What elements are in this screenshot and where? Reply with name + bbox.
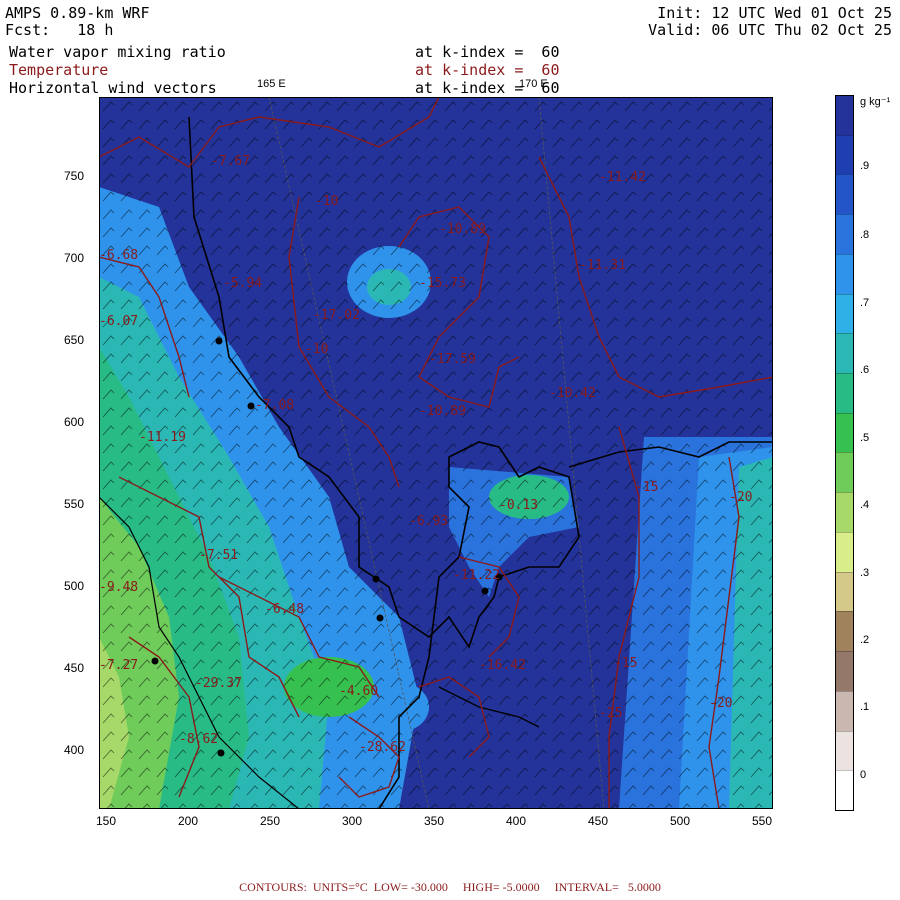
contour-label: -7.51 <box>199 548 238 563</box>
colorbar <box>835 95 854 811</box>
contour-label: -10 <box>315 194 338 209</box>
x-tick-550: 550 <box>752 814 773 828</box>
y-tick-700: 700 <box>64 251 85 265</box>
contour-label: -6.48 <box>265 602 304 617</box>
contour-label: -25 <box>599 706 622 721</box>
colorbar-swatch <box>836 531 853 572</box>
colorbar-swatch <box>836 96 853 135</box>
contour-label: -11.31 <box>579 258 626 273</box>
contour-label: -0.13 <box>499 498 538 513</box>
y-tick-450: 450 <box>64 661 85 675</box>
colorbar-label-0-9: .9 <box>860 160 870 172</box>
colorbar-label-0-3: .3 <box>860 567 870 579</box>
contour-label: -7.67 <box>211 154 250 169</box>
colorbar-swatch <box>836 690 853 731</box>
contour-label: -28.62 <box>359 740 406 755</box>
field-name-mixing-ratio: Water vapor mixing ratio <box>9 43 226 61</box>
contour-label: -6.93 <box>409 514 448 529</box>
colorbar-swatch <box>836 611 853 652</box>
contour-label: -11.19 <box>139 430 186 445</box>
field-name-temperature: Temperature <box>9 61 109 79</box>
contour-label: -11.22 <box>453 568 500 583</box>
y-tick-500: 500 <box>64 579 85 593</box>
contour-label: -15 <box>614 656 637 671</box>
colorbar-swatch <box>836 253 853 294</box>
colorbar-swatch <box>836 373 853 413</box>
colorbar-label-0-7: .7 <box>860 297 870 309</box>
field-level-mixing-ratio: at k-index = 60 <box>415 43 560 61</box>
contour-label: -4.60 <box>339 684 378 699</box>
colorbar-swatch <box>836 492 853 532</box>
y-tick-750: 750 <box>64 169 85 183</box>
contour-label: -10.89 <box>419 404 466 419</box>
model-title: AMPS 0.89-km WRF <box>5 4 150 22</box>
contour-label: -11.42 <box>599 170 646 185</box>
y-tick-400: 400 <box>64 743 85 757</box>
colorbar-label-0-8: .8 <box>860 229 870 241</box>
contour-label: -8.62 <box>179 732 218 747</box>
x-tick-250: 250 <box>260 814 281 828</box>
x-tick-450: 450 <box>588 814 609 828</box>
colorbar-label-0-1: .1 <box>860 701 870 713</box>
x-tick-350: 350 <box>424 814 445 828</box>
contour-label: -20 <box>709 696 732 711</box>
contour-label: -9.48 <box>99 580 138 595</box>
contour-label: -5.94 <box>223 276 262 291</box>
contour-label: -17.59 <box>429 352 476 367</box>
init-time: Init: 12 UTC Wed 01 Oct 25 <box>657 4 892 22</box>
colorbar-label-0-5: .5 <box>860 432 870 444</box>
contour-label: -29.37 <box>195 676 242 691</box>
valid-time: Valid: 06 UTC Thu 02 Oct 25 <box>648 21 892 39</box>
x-tick-500: 500 <box>670 814 691 828</box>
colorbar-swatch <box>836 651 853 691</box>
x-tick-150: 150 <box>96 814 117 828</box>
field-level-temperature: at k-index = 60 <box>415 61 560 79</box>
x-tick-200: 200 <box>178 814 199 828</box>
colorbar-swatch <box>836 770 853 810</box>
contour-label: -6.07 <box>99 314 138 329</box>
forecast-hour: Fcst: 18 h <box>5 21 114 39</box>
contour-label: -16.42 <box>479 658 526 673</box>
colorbar-swatch <box>836 452 853 493</box>
colorbar-label-0-4: .4 <box>860 499 870 511</box>
contour-label: -17.02 <box>313 308 360 323</box>
colorbar-swatch <box>836 730 853 771</box>
colorbar-unit: g kg⁻¹ <box>860 96 891 108</box>
colorbar-swatch <box>836 293 853 334</box>
contour-label: -15 <box>635 480 658 495</box>
longitude-label-165e: 165 E <box>257 78 286 90</box>
x-tick-300: 300 <box>342 814 363 828</box>
wind-vectors <box>99 97 773 809</box>
y-tick-650: 650 <box>64 333 85 347</box>
colorbar-swatch <box>836 412 853 453</box>
colorbar-label-0-2: .2 <box>860 634 870 646</box>
contour-label: -7.08 <box>255 398 294 413</box>
longitude-label-170e: 170 E <box>519 78 548 90</box>
contour-label: -15.73 <box>419 276 466 291</box>
map-panel: -7.67 -10 -10.89 -15.73 -17.02 -10 -17.5… <box>99 97 773 809</box>
contour-label: -10 <box>305 342 328 357</box>
contour-label: -6.68 <box>99 248 138 263</box>
map-svg: -7.67 -10 -10.89 -15.73 -17.02 -10 -17.5… <box>99 97 773 809</box>
contour-label: -7.27 <box>99 658 138 673</box>
contour-label: -10.42 <box>549 386 596 401</box>
colorbar-swatch <box>836 333 853 374</box>
field-name-wind: Horizontal wind vectors <box>9 79 217 97</box>
colorbar-label-0-6: .6 <box>860 364 870 376</box>
colorbar-swatch <box>836 174 853 215</box>
colorbar-swatch <box>836 571 853 612</box>
contour-label: -10.89 <box>439 222 486 237</box>
y-tick-600: 600 <box>64 415 85 429</box>
y-tick-550: 550 <box>64 497 85 511</box>
contour-info-footer: CONTOURS: UNITS=°C LOW= -30.000 HIGH= -5… <box>239 880 661 894</box>
colorbar-swatch <box>836 214 853 254</box>
x-tick-400: 400 <box>506 814 527 828</box>
colorbar-swatch <box>836 134 853 175</box>
contour-label: -20 <box>729 490 752 505</box>
colorbar-label-0: 0 <box>860 769 867 781</box>
